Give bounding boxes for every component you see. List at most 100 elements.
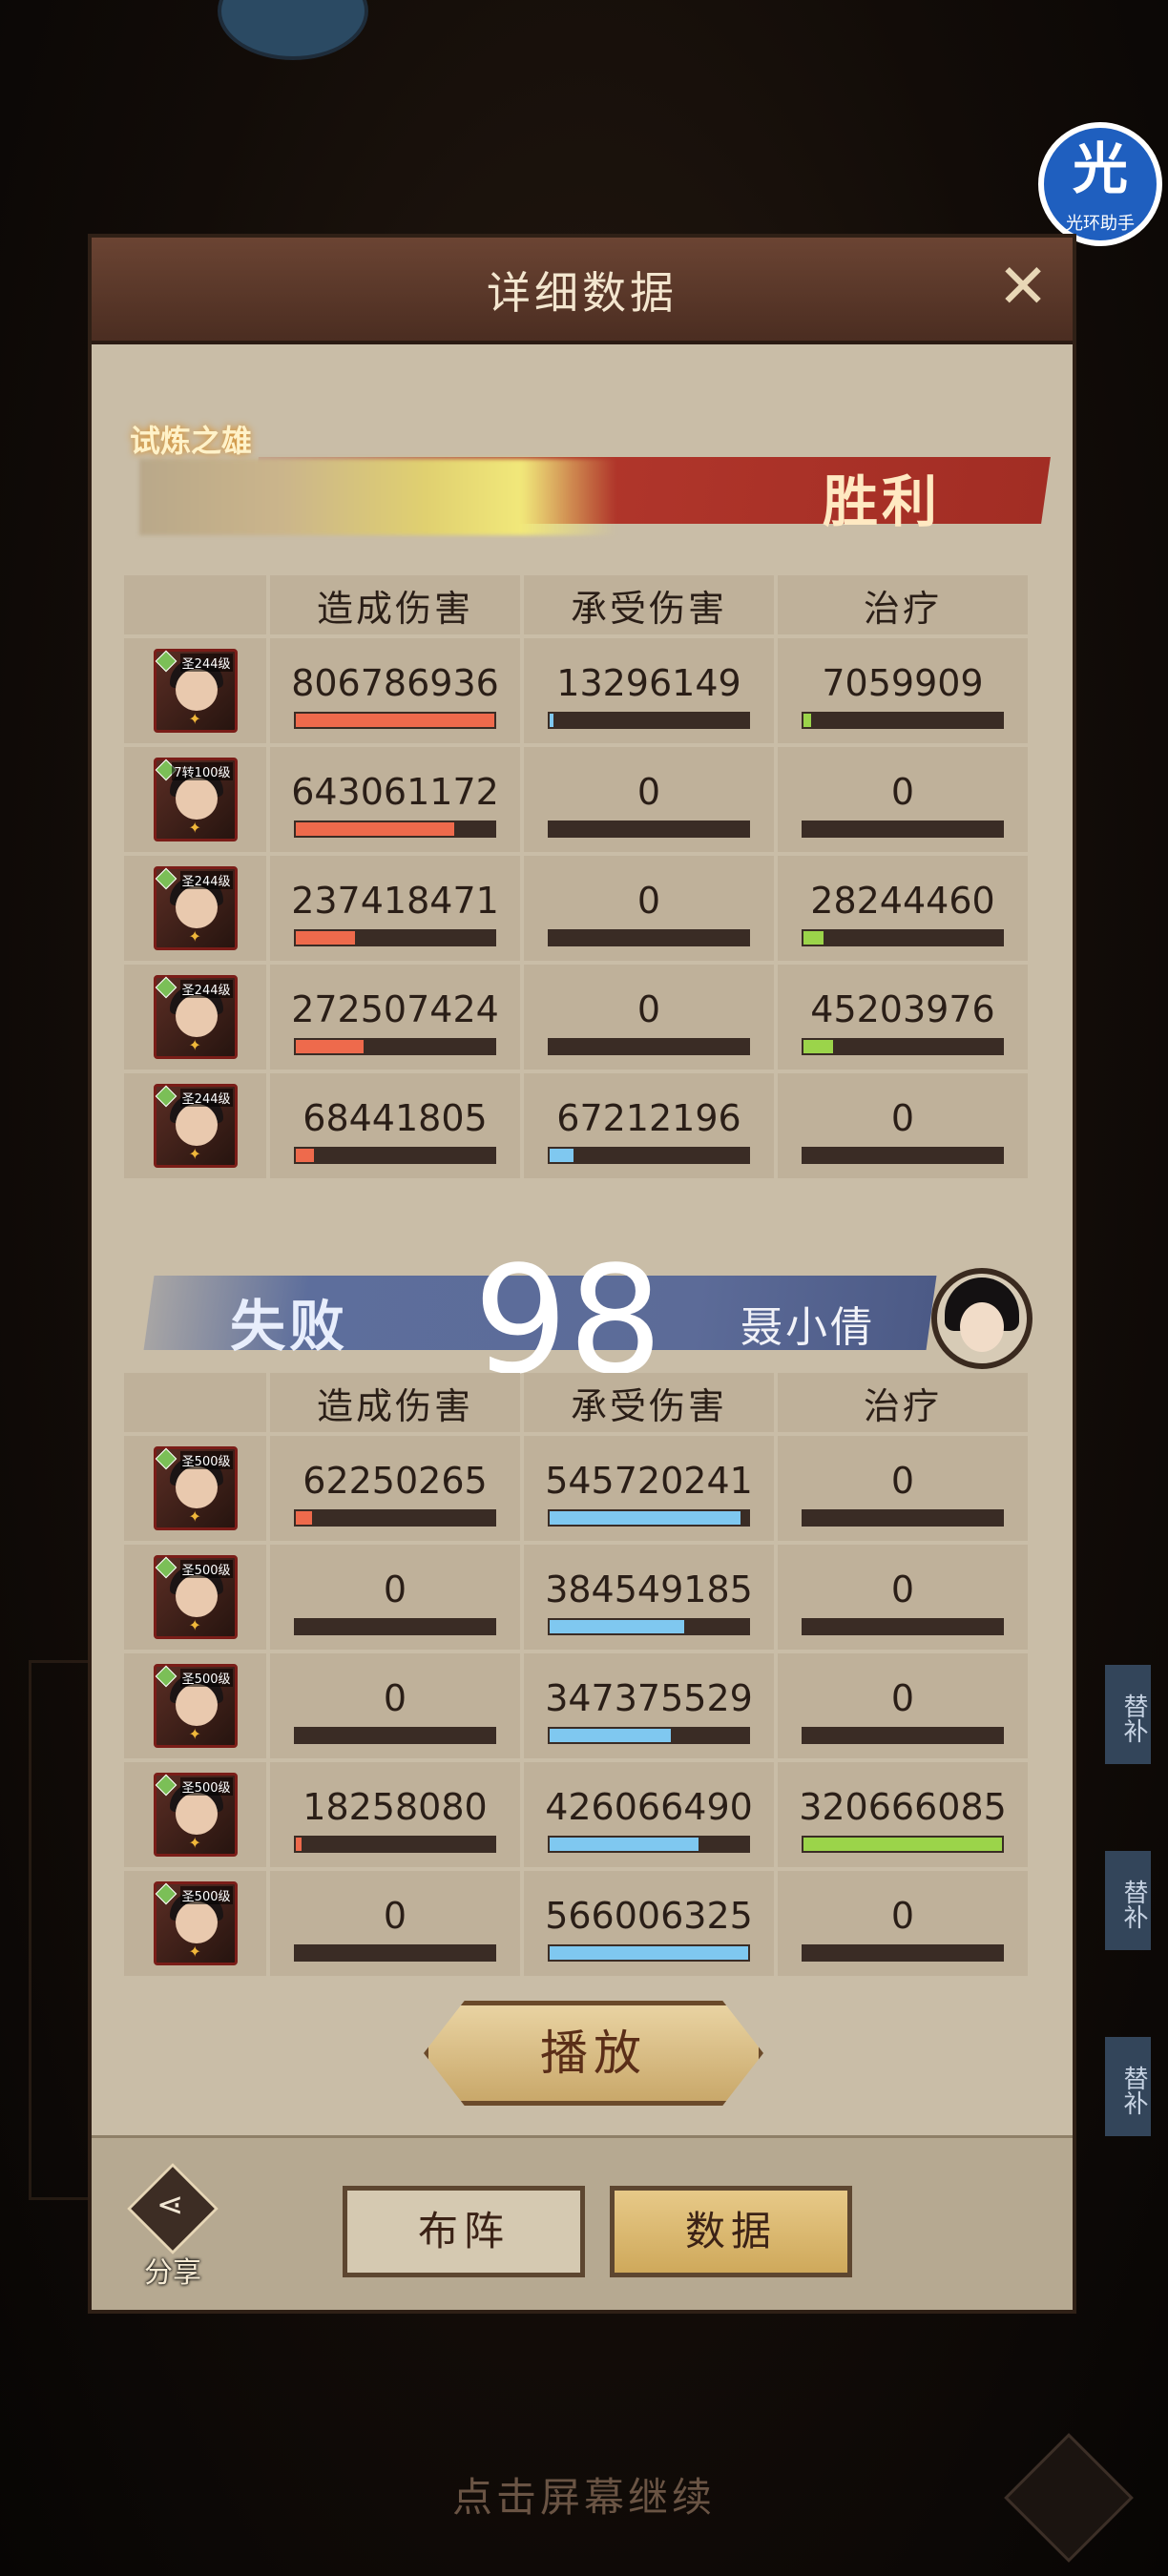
damage-taken-value: 0 <box>636 988 661 1030</box>
healing-value: 45203976 <box>810 988 995 1030</box>
damage-taken-bar-fill <box>550 1620 685 1633</box>
hero-portrait[interactable]: 圣500级 ✦ <box>153 1881 238 1965</box>
damage-taken-bar-fill <box>550 1149 574 1162</box>
hero-star-icon: ✦ <box>188 1507 201 1526</box>
table-row: 圣500级 ✦ 62250265 545720241 0 <box>124 1436 1028 1541</box>
hero-portrait[interactable]: 圣244级 ✦ <box>153 1084 238 1168</box>
side-tag-substitute-2[interactable]: 替补 <box>1105 1851 1151 1950</box>
header-healing: 治疗 <box>778 575 1028 634</box>
damage-taken-cell: 384549185 <box>524 1545 774 1650</box>
hero-portrait[interactable]: 圣244级 ✦ <box>153 866 238 950</box>
healing-bar <box>802 1836 1004 1853</box>
damage-taken-cell: 67212196 <box>524 1073 774 1178</box>
healing-bar-fill <box>803 1040 834 1053</box>
healing-value: 0 <box>890 1895 915 1937</box>
damage-dealt-cell: 272507424 <box>270 965 520 1070</box>
share-button[interactable]: ⋖ 分享 <box>120 2162 225 2291</box>
damage-dealt-cell: 68441805 <box>270 1073 520 1178</box>
defeat-label: 失败 <box>230 1294 349 1359</box>
hero-face <box>175 1466 218 1508</box>
healing-bar <box>802 1509 1004 1527</box>
damage-dealt-bar <box>294 1147 496 1164</box>
header-damage-dealt: 造成伤害 <box>270 575 520 634</box>
hero-cell: 圣244级 ✦ <box>124 856 266 961</box>
damage-dealt-value: 237418471 <box>291 880 499 922</box>
play-replay-button[interactable]: 播放 <box>424 2001 763 2106</box>
hero-cell: 圣244级 ✦ <box>124 638 266 743</box>
table-header-row: 造成伤害 承受伤害 治疗 <box>124 1373 1028 1432</box>
hero-level: 圣500级 <box>179 1560 233 1578</box>
winner-title-tag: 试炼之雄 <box>130 423 253 459</box>
table-row: 圣244级 ✦ 272507424 0 45203976 <box>124 965 1028 1070</box>
table-row: 7转100级 ✦ 643061172 0 0 <box>124 747 1028 852</box>
damage-taken-value: 347375529 <box>545 1677 753 1719</box>
hero-portrait[interactable]: 圣244级 ✦ <box>153 975 238 1059</box>
healing-bar-fill <box>803 1838 1002 1851</box>
damage-dealt-value: 0 <box>383 1568 407 1610</box>
hero-level: 圣244级 <box>179 980 233 998</box>
healing-cell: 7059909 <box>778 638 1028 743</box>
helper-badge-label: 光环助手 <box>1066 214 1135 234</box>
enemy-avatar[interactable] <box>931 1268 1032 1369</box>
damage-taken-bar-fill <box>550 1511 740 1525</box>
hero-face <box>175 1684 218 1726</box>
defeat-banner: 失败 98 聂小倩 <box>130 1234 1046 1407</box>
hero-face <box>175 778 218 820</box>
damage-dealt-cell: 0 <box>270 1545 520 1650</box>
healing-value: 7059909 <box>822 662 984 704</box>
hero-portrait[interactable]: 7转100级 ✦ <box>153 758 238 841</box>
healing-bar <box>802 712 1004 729</box>
damage-taken-bar <box>548 1038 750 1055</box>
hero-portrait[interactable]: 圣500级 ✦ <box>153 1446 238 1530</box>
healing-cell: 320666085 <box>778 1762 1028 1867</box>
healing-cell: 0 <box>778 1073 1028 1178</box>
damage-taken-value: 67212196 <box>556 1097 741 1139</box>
tap-to-continue-hint[interactable]: 点击屏幕继续 <box>0 2465 1168 2524</box>
hero-cell: 圣500级 ✦ <box>124 1871 266 1976</box>
damage-taken-bar <box>548 712 750 729</box>
damage-taken-cell: 426066490 <box>524 1762 774 1867</box>
helper-badge[interactable]: 光 光环助手 <box>1038 122 1162 246</box>
hero-portrait[interactable]: 圣244级 ✦ <box>153 649 238 733</box>
detail-dialog: 详细数据 ✕ 试炼之雄 胜利 造成伤害 承受伤害 治疗 圣244级 ✦ 806786… <box>88 234 1076 2314</box>
damage-taken-bar <box>548 821 750 838</box>
damage-taken-cell: 347375529 <box>524 1653 774 1758</box>
damage-taken-value: 384549185 <box>545 1568 753 1610</box>
healing-cell: 0 <box>778 1653 1028 1758</box>
loser-stats-table: 造成伤害 承受伤害 治疗 圣500级 ✦ 62250265 545720241 0 圣50… <box>120 1369 1032 1980</box>
damage-dealt-cell: 62250265 <box>270 1436 520 1541</box>
hero-face <box>175 1901 218 1943</box>
healing-bar <box>802 1038 1004 1055</box>
hero-face <box>175 886 218 928</box>
damage-dealt-bar <box>294 1618 496 1635</box>
damage-taken-bar <box>548 1727 750 1744</box>
damage-dealt-value: 62250265 <box>302 1460 488 1502</box>
hero-portrait[interactable]: 圣500级 ✦ <box>153 1664 238 1748</box>
damage-dealt-cell: 0 <box>270 1871 520 1976</box>
damage-dealt-value: 68441805 <box>302 1097 488 1139</box>
damage-dealt-bar-fill <box>296 1149 314 1162</box>
side-tag-substitute-1[interactable]: 替补 <box>1105 1665 1151 1764</box>
damage-taken-bar-fill <box>550 1729 671 1742</box>
hero-portrait[interactable]: 圣500级 ✦ <box>153 1555 238 1639</box>
damage-dealt-bar <box>294 1944 496 1962</box>
hero-star-icon: ✦ <box>188 1834 201 1852</box>
close-button[interactable]: ✕ <box>992 257 1053 320</box>
damage-dealt-cell: 0 <box>270 1653 520 1758</box>
play-button-label: 播放 <box>540 2025 647 2081</box>
healing-bar <box>802 821 1004 838</box>
hero-cell: 7转100级 ✦ <box>124 747 266 852</box>
damage-taken-value: 0 <box>636 880 661 922</box>
table-row: 圣500级 ✦ 0 566006325 0 <box>124 1871 1028 1976</box>
hero-portrait[interactable]: 圣500级 ✦ <box>153 1773 238 1857</box>
loser-rows: 圣500级 ✦ 62250265 545720241 0 圣500级 ✦ 0 384549185… <box>124 1436 1028 1976</box>
hero-cell: 圣500级 ✦ <box>124 1545 266 1650</box>
formation-button[interactable]: 布阵 <box>343 2186 585 2277</box>
healing-cell: 0 <box>778 1871 1028 1976</box>
data-button[interactable]: 数据 <box>610 2186 852 2277</box>
damage-dealt-value: 806786936 <box>291 662 499 704</box>
side-tag-substitute-3[interactable]: 替补 <box>1105 2037 1151 2136</box>
hero-face <box>175 1104 218 1146</box>
hero-level: 圣244级 <box>179 871 233 889</box>
healing-value: 0 <box>890 1460 915 1502</box>
